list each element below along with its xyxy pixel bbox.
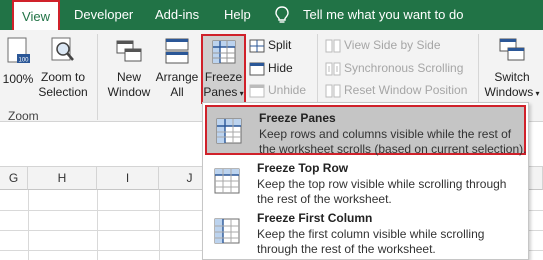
split-button[interactable]: Split xyxy=(249,35,291,55)
column-header-g[interactable]: G xyxy=(0,167,28,190)
menu-item-description: Keep the top row visible while scrolling… xyxy=(257,177,507,206)
arrange-all-icon xyxy=(165,38,189,64)
column-header-h[interactable]: H xyxy=(28,167,97,190)
new-window-button[interactable]: New Window xyxy=(106,36,152,100)
grid-column-line xyxy=(97,190,98,260)
view-side-by-side-button[interactable]: View Side by Side xyxy=(325,35,441,55)
zoom-100-icon: 100 xyxy=(7,37,30,64)
menu-item-title: Freeze First Column xyxy=(257,211,373,225)
group-separator xyxy=(97,34,98,120)
switch-windows-label-2: Windows ▾ xyxy=(484,85,540,99)
sync-scroll-icon xyxy=(325,62,341,76)
zoom-to-selection-button[interactable]: Zoom to Selection xyxy=(36,36,90,100)
freeze-panes-button[interactable]: Freeze Panes ▾ xyxy=(201,34,246,104)
split-icon xyxy=(249,39,265,53)
arrange-all-button[interactable]: Arrange All xyxy=(153,36,201,100)
freeze-panes-label-2: Panes ▾ xyxy=(203,85,244,99)
grid-column-line xyxy=(159,190,160,260)
freeze-panes-icon xyxy=(216,118,242,144)
new-window-icon xyxy=(116,40,142,62)
lightbulb-icon xyxy=(275,6,289,23)
hide-label: Hide xyxy=(268,61,293,75)
menu-item-description: Keep rows and columns visible while the … xyxy=(259,127,527,156)
switch-windows-button[interactable]: Switch Windows ▾ xyxy=(484,36,540,101)
magnifier-icon xyxy=(51,37,74,61)
menu-item-title: Freeze Top Row xyxy=(257,161,349,175)
zoom-100-button[interactable]: 100 100% xyxy=(2,36,34,87)
hide-button[interactable]: Hide xyxy=(249,58,293,78)
menu-item-title: Freeze Panes xyxy=(259,111,336,125)
view-side-by-side-label: View Side by Side xyxy=(344,38,441,52)
synchronous-scrolling-button[interactable]: Synchronous Scrolling xyxy=(325,58,463,78)
freeze-first-column-icon xyxy=(214,218,240,244)
freeze-panes-icon xyxy=(212,40,235,64)
zoom-100-label: 100% xyxy=(2,72,34,86)
hide-window-icon xyxy=(249,62,265,76)
zoom-group-label: Zoom xyxy=(8,109,39,123)
menu-item-freeze-first-column[interactable]: Freeze First Column Keep the first colum… xyxy=(205,207,526,257)
tab-view[interactable]: View xyxy=(12,0,60,30)
synchronous-scrolling-label: Synchronous Scrolling xyxy=(344,61,464,75)
freeze-panes-label-1: Freeze xyxy=(204,70,243,84)
dropdown-arrow-icon: ▾ xyxy=(533,89,540,98)
tab-developer[interactable]: Developer xyxy=(74,0,133,30)
unhide-button[interactable]: Unhide xyxy=(249,80,306,100)
split-label: Split xyxy=(268,38,292,52)
freeze-top-row-icon xyxy=(214,168,240,194)
zoom-to-selection-label-2: Selection xyxy=(38,85,88,99)
reset-window-position-label: Reset Window Position xyxy=(344,83,468,97)
dropdown-arrow-icon: ▾ xyxy=(237,89,244,98)
ribbon-tab-bar: View Developer Add-ins Help Tell me what… xyxy=(0,0,543,30)
tab-add-ins[interactable]: Add-ins xyxy=(155,0,199,30)
reset-position-icon xyxy=(325,84,341,98)
menu-item-freeze-top-row[interactable]: Freeze Top Row Keep the top row visible … xyxy=(205,157,526,207)
reset-window-position-button[interactable]: Reset Window Position xyxy=(325,80,467,100)
menu-item-description: Keep the first column visible while scro… xyxy=(257,227,485,256)
switch-windows-icon xyxy=(499,38,525,61)
new-window-label-1: New xyxy=(116,70,141,84)
column-header-i[interactable]: I xyxy=(97,167,159,190)
arrange-all-label-2: All xyxy=(170,85,184,99)
menu-item-freeze-panes[interactable]: Freeze Panes Keep rows and columns visib… xyxy=(205,105,527,156)
switch-windows-label-1: Switch xyxy=(494,70,530,84)
side-by-side-icon xyxy=(325,39,341,53)
freeze-panes-menu: Freeze Panes Keep rows and columns visib… xyxy=(202,102,529,260)
svg-text:100: 100 xyxy=(18,58,29,64)
grid-column-line xyxy=(28,190,29,260)
zoom-to-selection-label-1: Zoom to xyxy=(40,70,85,84)
tell-me-search[interactable]: Tell me what you want to do xyxy=(303,0,463,30)
new-window-label-2: Window xyxy=(107,85,151,99)
arrange-all-label-1: Arrange xyxy=(155,70,199,84)
unhide-window-icon xyxy=(249,84,265,98)
excel-window: View Developer Add-ins Help Tell me what… xyxy=(0,0,543,260)
tab-help[interactable]: Help xyxy=(224,0,251,30)
unhide-label: Unhide xyxy=(268,83,307,97)
